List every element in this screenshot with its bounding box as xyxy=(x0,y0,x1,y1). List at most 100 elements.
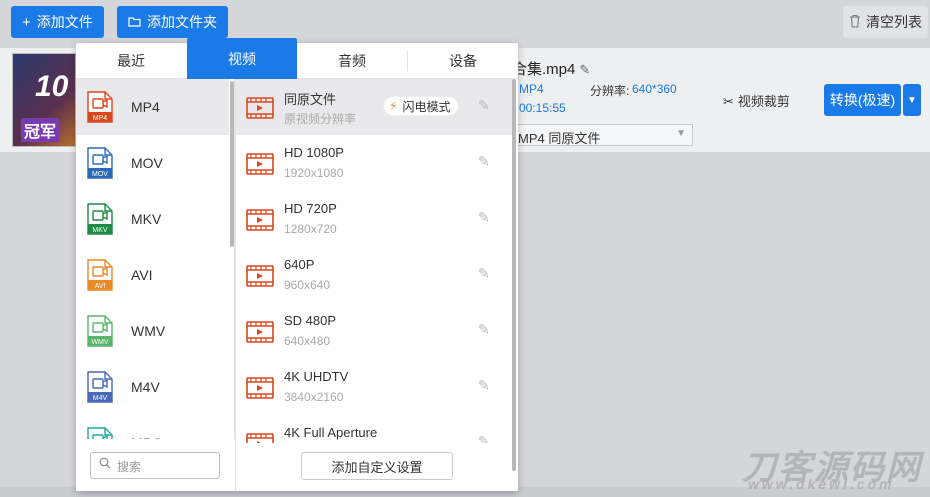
preset-item[interactable]: 640P 960x640 ✎ xyxy=(236,247,512,303)
crop-label: 视频裁剪 xyxy=(737,94,790,109)
preset-resolution: 960x640 xyxy=(284,278,331,292)
format-item-wmv[interactable]: WMV WMV xyxy=(76,303,229,359)
edit-preset-icon[interactable]: ✎ xyxy=(478,209,490,226)
format-item-m4v[interactable]: M4V M4V xyxy=(76,359,229,415)
toolbar: + 添加文件 添加文件夹 清空列表 xyxy=(0,0,930,44)
edit-name-icon[interactable]: ✎ xyxy=(579,62,590,77)
file-name-text: 合集.mp4 xyxy=(512,61,576,78)
avi-file-icon: AVI xyxy=(87,259,113,291)
preset-item[interactable]: SD 480P 640x480 ✎ xyxy=(236,303,512,359)
film-icon xyxy=(246,97,274,119)
format-popup: 最近 视频 音频 设备 MP4 MP4 MOV MOV MKV MKV AVI AVI WMV W… xyxy=(76,38,518,491)
preset-name: HD 1080P xyxy=(284,145,344,160)
chevron-down-icon: ▼ xyxy=(676,128,686,139)
preset-item[interactable]: HD 720P 1280x720 ✎ xyxy=(236,191,512,247)
preset-list: 同原文件 原视频分辨率 ✎ ⚡ 闪电模式 HD 1080P 1920x1080 ✎ HD 720… xyxy=(236,79,518,491)
add-folder-label: 添加文件夹 xyxy=(147,14,217,30)
add-folder-button[interactable]: 添加文件夹 xyxy=(117,6,228,38)
convert-button[interactable]: 转换(极速) xyxy=(824,84,901,116)
format-item-label: WMV xyxy=(131,323,166,339)
tab-device[interactable]: 设备 xyxy=(408,43,518,79)
scissors-icon: ✂ xyxy=(723,94,734,109)
preset-name: 4K Full Aperture xyxy=(284,425,378,440)
svg-text:WMV: WMV xyxy=(91,339,108,346)
search-placeholder: 搜索 xyxy=(117,460,142,474)
add-custom-settings-button[interactable]: 添加自定义设置 xyxy=(301,452,453,480)
preset-resolution: 原视频分辨率 xyxy=(284,112,357,126)
folder-icon xyxy=(128,14,141,31)
preset-list-scrollbar[interactable] xyxy=(512,79,516,471)
format-list-scrollbar[interactable] xyxy=(230,81,234,247)
edit-preset-icon[interactable]: ✎ xyxy=(478,377,490,394)
tab-recent[interactable]: 最近 xyxy=(76,43,186,79)
clear-list-button[interactable]: 清空列表 xyxy=(843,6,928,38)
file-name: 合集.mp4 ✎ xyxy=(512,58,590,79)
tab-video[interactable]: 视频 xyxy=(187,38,297,79)
tab-audio[interactable]: 音频 xyxy=(297,43,407,79)
svg-text:MP4: MP4 xyxy=(93,115,108,122)
trash-icon xyxy=(849,14,861,31)
svg-text:M4V: M4V xyxy=(93,395,108,402)
m4v-file-icon: M4V xyxy=(87,371,113,403)
film-icon xyxy=(246,153,274,175)
svg-text:MKV: MKV xyxy=(92,227,108,234)
plus-icon: + xyxy=(22,13,31,31)
resolution-value: 640*360 xyxy=(632,82,677,96)
flash-mode-badge: ⚡ 闪电模式 xyxy=(383,96,460,116)
format-item-label: M4V xyxy=(131,379,160,395)
duration-value: 00:15:55 xyxy=(519,101,566,115)
preset-name: 640P xyxy=(284,257,315,272)
svg-text:AVI: AVI xyxy=(95,283,106,290)
preset-resolution: 3840x2160 xyxy=(284,390,344,404)
format-search-input[interactable]: 搜索 xyxy=(90,452,220,479)
edit-preset-icon[interactable]: ✎ xyxy=(478,265,490,282)
output-format-value: MP4 同原文件 xyxy=(518,131,601,146)
add-file-label: 添加文件 xyxy=(36,14,93,30)
preset-resolution: 640x480 xyxy=(284,334,331,348)
format-tabs: 最近 视频 音频 设备 xyxy=(76,38,518,79)
edit-preset-icon[interactable]: ✎ xyxy=(478,153,490,170)
format-list: MP4MP4MOVMOVMKVMKVAVIAVIWMVWMVM4VM4VMPGM… xyxy=(76,79,235,491)
watermark-url: www.dkewl.com xyxy=(748,476,895,492)
format-item-label: MP4 xyxy=(131,99,160,115)
clear-list-label: 清空列表 xyxy=(866,14,922,30)
format-item-label: MKV xyxy=(131,211,162,227)
film-icon xyxy=(246,209,274,231)
format-item-mkv[interactable]: MKV MKV xyxy=(76,191,229,247)
caret-down-icon: ▼ xyxy=(907,94,917,106)
resolution-label: 分辨率: xyxy=(590,84,630,98)
crop-button[interactable]: ✂ 视频裁剪 xyxy=(723,91,790,110)
flash-mode-label: 闪电模式 xyxy=(402,99,451,114)
edit-preset-icon[interactable]: ✎ xyxy=(478,321,490,338)
edit-preset-icon[interactable]: ✎ xyxy=(478,97,490,114)
preset-name: 同原文件 xyxy=(284,92,337,107)
preset-name: 4K UHDTV xyxy=(284,369,349,384)
mkv-file-icon: MKV xyxy=(87,203,113,235)
file-format: MP4 xyxy=(519,82,544,96)
preset-resolution: 1920x1080 xyxy=(284,166,344,180)
film-icon xyxy=(246,321,274,343)
lightning-icon: ⚡ xyxy=(389,99,398,113)
preset-item[interactable]: HD 1080P 1920x1080 ✎ xyxy=(236,135,512,191)
search-icon xyxy=(99,457,111,472)
svg-text:MOV: MOV xyxy=(92,171,108,178)
format-item-mov[interactable]: MOV MOV xyxy=(76,135,229,191)
mp4-file-icon: MP4 xyxy=(87,91,113,123)
mov-file-icon: MOV xyxy=(87,147,113,179)
convert-dropdown-button[interactable]: ▼ xyxy=(903,84,921,116)
format-item-mp4[interactable]: MP4 MP4 xyxy=(76,79,229,135)
video-thumbnail[interactable]: 10 冠军 xyxy=(12,53,76,147)
film-icon xyxy=(246,377,274,399)
film-icon xyxy=(246,265,274,287)
add-file-button[interactable]: + 添加文件 xyxy=(11,6,104,38)
preset-resolution: 1280x720 xyxy=(284,222,337,236)
wmv-file-icon: WMV xyxy=(87,315,113,347)
format-item-label: AVI xyxy=(131,267,153,283)
format-item-label: MOV xyxy=(131,155,163,171)
preset-name: SD 480P xyxy=(284,313,337,328)
preset-item[interactable]: 同原文件原视频分辨率 ✎ ⚡ 闪电模式 xyxy=(236,79,512,135)
format-item-avi[interactable]: AVI AVI xyxy=(76,247,229,303)
preset-item[interactable]: 4K UHDTV 3840x2160 ✎ xyxy=(236,359,512,415)
preset-name: HD 720P xyxy=(284,201,337,216)
output-format-select[interactable]: MP4 同原文件 ▼ xyxy=(512,124,693,146)
